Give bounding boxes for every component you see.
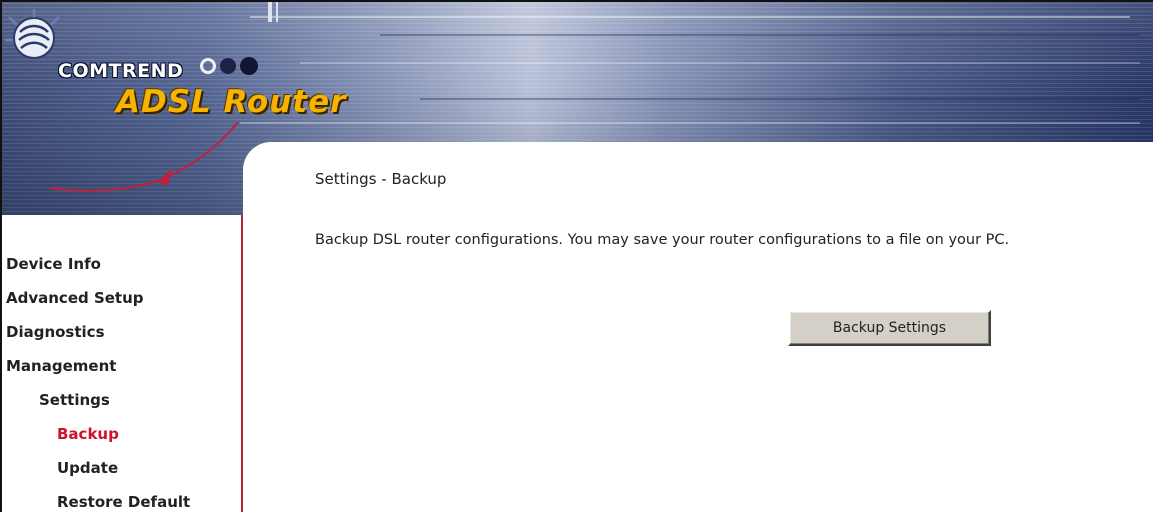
- sidebar-item-advanced-setup[interactable]: Advanced Setup: [0, 283, 190, 317]
- brand-name: COMTREND: [58, 60, 184, 82]
- banner-streak: [380, 34, 1140, 36]
- logo-dot-icon: [240, 57, 258, 75]
- logo-dot-icon: [220, 58, 236, 74]
- sidebar-nav: Device Info Advanced Setup Diagnostics M…: [0, 249, 190, 521]
- sidebar-item-update[interactable]: Update: [0, 453, 190, 487]
- sidebar-item-diagnostics[interactable]: Diagnostics: [0, 317, 190, 351]
- banner-streak: [300, 62, 1140, 64]
- sidebar-item-backup[interactable]: Backup: [0, 419, 190, 453]
- banner-streak: [250, 16, 1130, 18]
- banner-streak: [240, 122, 1140, 124]
- backup-settings-button[interactable]: Backup Settings: [788, 310, 991, 346]
- banner-streak: [420, 98, 1140, 100]
- sidebar: Device Info Advanced Setup Diagnostics M…: [0, 215, 243, 512]
- sidebar-item-device-info[interactable]: Device Info: [0, 249, 190, 283]
- sidebar-item-restore-default[interactable]: Restore Default: [0, 487, 190, 521]
- sidebar-item-settings[interactable]: Settings: [0, 385, 190, 419]
- swoosh-icon: [49, 121, 239, 192]
- logo-ring-icon: [200, 58, 216, 74]
- sidebar-item-management[interactable]: Management: [0, 351, 190, 385]
- page-description: Backup DSL router configurations. You ma…: [315, 232, 1010, 248]
- main-content: Settings - Backup Backup DSL router conf…: [243, 142, 1153, 512]
- page-title: Settings - Backup: [315, 170, 447, 188]
